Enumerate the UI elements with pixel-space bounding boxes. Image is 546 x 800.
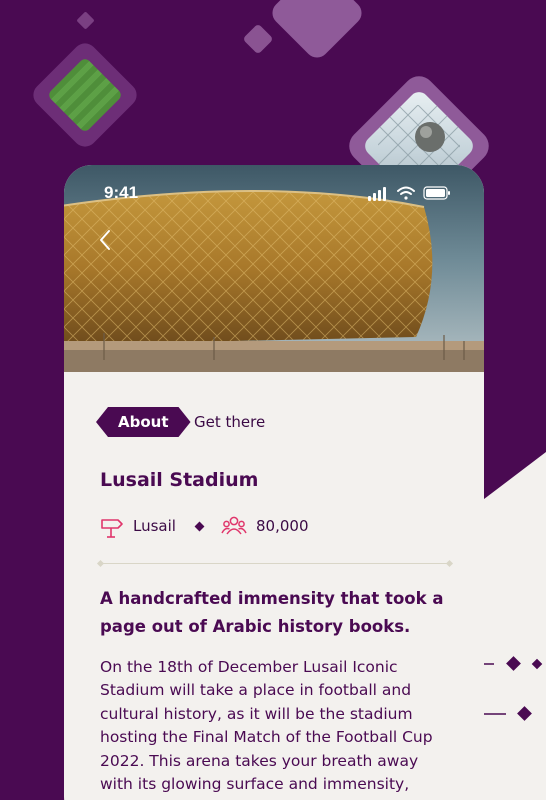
people-icon — [221, 516, 247, 535]
chevron-left-icon — [100, 230, 110, 250]
decorative-lines — [484, 656, 543, 721]
tab-get-there[interactable]: Get there — [194, 407, 265, 437]
stadium-detail-card: 9:41 About Get there Lusail Stadium Lusa… — [64, 165, 484, 800]
stadium-title: Lusail Stadium — [100, 469, 259, 491]
stadium-capacity: 80,000 — [256, 517, 309, 535]
signpost-icon — [101, 519, 123, 538]
tab-bar: About Get there — [96, 407, 456, 437]
stadium-meta: Lusail 80,000 — [100, 515, 460, 539]
section-divider — [100, 563, 450, 564]
back-button[interactable] — [92, 227, 118, 253]
tab-about[interactable]: About — [96, 407, 191, 437]
status-time: 9:41 — [104, 183, 139, 202]
status-bar: 9:41 — [64, 165, 484, 221]
battery-icon — [423, 186, 450, 200]
lead-paragraph: A handcrafted immensity that took a page… — [100, 589, 444, 636]
signal-icon — [368, 187, 386, 201]
status-icons — [368, 186, 450, 201]
stadium-hero-image: 9:41 — [64, 165, 484, 372]
wifi-icon — [397, 186, 415, 200]
separator-diamond — [194, 521, 205, 532]
stadium-location: Lusail — [133, 517, 176, 535]
description-paragraph: On the 18th of December Lusail Iconic St… — [100, 658, 433, 794]
